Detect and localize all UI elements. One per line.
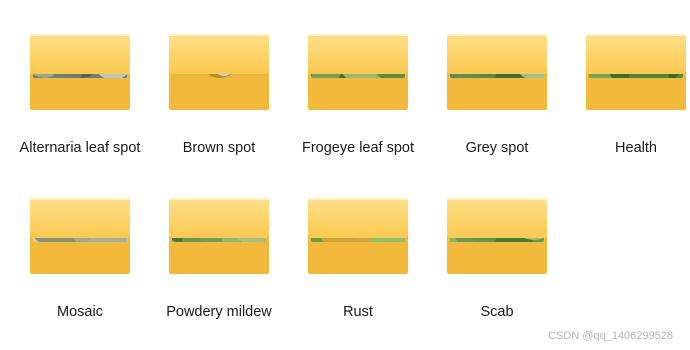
folder-front xyxy=(30,198,130,238)
folder-front xyxy=(169,34,269,74)
folder-icon xyxy=(306,196,410,276)
folder-icon xyxy=(28,32,132,112)
folder-label: Scab xyxy=(480,304,514,320)
folder-label: Alternaria leaf spot xyxy=(19,140,141,156)
folder-label: Brown spot xyxy=(182,140,256,156)
folder-label: Frogeye leaf spot xyxy=(301,140,415,156)
folder-item[interactable]: Mosaic xyxy=(7,196,135,346)
folder-front xyxy=(586,34,686,74)
folder-front xyxy=(308,198,408,238)
folder-icon xyxy=(445,196,549,276)
folder-front xyxy=(447,198,547,238)
folder-icon xyxy=(167,32,271,112)
folder-label: Mosaic xyxy=(57,304,103,320)
folder-item[interactable]: Health xyxy=(563,32,690,182)
folder-item[interactable]: Alternaria leaf spot xyxy=(7,32,140,182)
folder-icon xyxy=(584,32,688,112)
folder-label: Rust xyxy=(343,304,373,320)
folder-front xyxy=(308,34,408,74)
folder-icon xyxy=(28,196,132,276)
folder-front xyxy=(30,34,130,74)
folder-front xyxy=(447,34,547,74)
folder-icon xyxy=(445,32,549,112)
watermark: CSDN @qq_1406299528 xyxy=(548,330,673,342)
folder-icon xyxy=(167,196,271,276)
folder-icon xyxy=(306,32,410,112)
folder-item[interactable]: Rust xyxy=(285,196,413,346)
folder-item[interactable]: Grey spot xyxy=(424,32,552,182)
folder-front xyxy=(169,198,269,238)
folder-item[interactable]: Scab xyxy=(424,196,552,346)
folder-item[interactable]: Frogeye leaf spot xyxy=(285,32,414,182)
folder-item[interactable]: Brown spot xyxy=(146,32,274,182)
folder-item[interactable]: Powdery mildew xyxy=(146,196,274,346)
file-explorer-view: Alternaria leaf spot Brown spot Frogeye … xyxy=(0,0,690,350)
folder-label: Health xyxy=(615,140,657,156)
folder-label: Grey spot xyxy=(465,140,529,156)
folder-label: Powdery mildew xyxy=(166,304,272,320)
